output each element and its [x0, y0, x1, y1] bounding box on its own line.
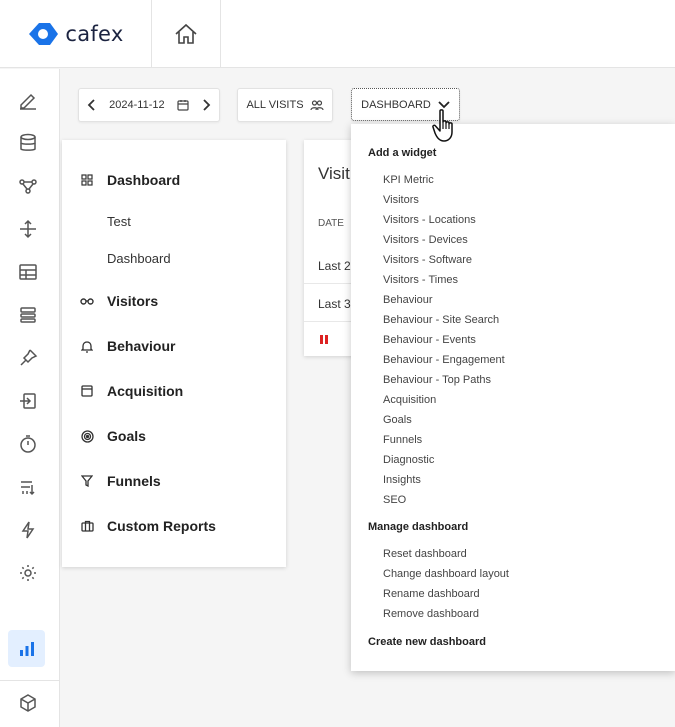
menu-item-funnels[interactable]: Funnels	[80, 473, 161, 489]
move-icon[interactable]	[10, 211, 46, 247]
home-button[interactable]	[152, 0, 221, 68]
pause-icon[interactable]	[320, 335, 328, 344]
list-icon[interactable]	[10, 297, 46, 333]
timer-icon[interactable]	[10, 426, 46, 462]
widget-option[interactable]: Behaviour - Top Paths	[383, 374, 491, 386]
rail-divider	[0, 680, 60, 681]
widget-option[interactable]: Behaviour - Site Search	[383, 314, 499, 326]
create-new-dashboard[interactable]: Create new dashboard	[368, 636, 486, 648]
logo-mark-icon	[29, 23, 59, 45]
menu-sub-test[interactable]: Test	[107, 214, 131, 229]
manage-option[interactable]: Remove dashboard	[383, 608, 479, 620]
widget-option[interactable]: Behaviour	[383, 294, 433, 306]
manage-option[interactable]: Change dashboard layout	[383, 568, 509, 580]
briefcase-icon	[80, 519, 94, 533]
lightning-icon[interactable]	[10, 512, 46, 548]
widget-option[interactable]: Goals	[383, 414, 412, 426]
widget-option[interactable]: Visitors - Locations	[383, 214, 476, 226]
box-icon[interactable]	[10, 685, 46, 721]
widget-option[interactable]: Behaviour - Events	[383, 334, 476, 346]
widget-option[interactable]: Funnels	[383, 434, 422, 446]
menu-item-label: Dashboard	[107, 172, 181, 188]
window-icon	[80, 384, 94, 398]
menu-item-label: Behaviour	[107, 338, 176, 354]
chevron-left-icon[interactable]	[87, 99, 97, 111]
visitors-icon	[309, 100, 324, 111]
widget-option[interactable]: Visitors - Devices	[383, 234, 468, 246]
chevron-right-icon[interactable]	[201, 99, 211, 111]
manage-option[interactable]: Reset dashboard	[383, 548, 467, 560]
table-icon[interactable]	[10, 254, 46, 290]
table-row[interactable]: Last 3	[318, 297, 351, 311]
settings-icon[interactable]	[10, 555, 46, 591]
table-row[interactable]: Last 2	[318, 259, 351, 273]
date-value[interactable]: 2024-11-12	[109, 99, 164, 111]
funnel-icon	[80, 474, 94, 488]
menu-item-label: Acquisition	[107, 383, 184, 399]
date-picker[interactable]: 2024-11-12	[78, 88, 220, 122]
menu-item-goals[interactable]: Goals	[80, 428, 146, 444]
add-widget-heading: Add a widget	[368, 147, 437, 159]
widget-option[interactable]: Acquisition	[383, 394, 436, 406]
menu-item-label: Visitors	[107, 293, 159, 309]
all-visits-button[interactable]: ALL VISITS	[237, 88, 333, 122]
logo[interactable]: cafex	[27, 21, 123, 47]
widget-option[interactable]: Visitors - Software	[383, 254, 472, 266]
top-bar: cafex	[0, 0, 675, 68]
logo-cell[interactable]: cafex	[0, 0, 152, 68]
date-column-header[interactable]: DATE	[318, 218, 344, 229]
sort-icon[interactable]	[10, 469, 46, 505]
hand-cursor-icon	[432, 109, 453, 142]
logo-text: cafex	[65, 22, 124, 46]
pencil-icon[interactable]	[10, 82, 46, 118]
menu-item-visitors[interactable]: Visitors	[80, 293, 158, 309]
menu-item-behaviour[interactable]: Behaviour	[80, 338, 175, 354]
import-icon[interactable]	[10, 383, 46, 419]
database-icon[interactable]	[10, 125, 46, 161]
widget-option[interactable]: Behaviour - Engagement	[383, 354, 505, 366]
manage-dashboard-heading: Manage dashboard	[368, 521, 469, 533]
bell-icon	[80, 339, 94, 353]
manage-option[interactable]: Rename dashboard	[383, 588, 480, 600]
widget-option[interactable]: Diagnostic	[383, 454, 434, 466]
home-icon	[175, 23, 197, 44]
menu-item-custom-reports[interactable]: Custom Reports	[80, 518, 216, 534]
widget-option[interactable]: KPI Metric	[383, 174, 434, 186]
menu-item-dashboard[interactable]: Dashboard	[80, 172, 180, 188]
widget-title: Visit	[318, 164, 350, 183]
dashboard-dropdown-label: DASHBOARD	[361, 98, 431, 111]
menu-sub-dashboard[interactable]: Dashboard	[107, 251, 171, 266]
widget-option[interactable]: Insights	[383, 474, 421, 486]
pin-icon[interactable]	[10, 340, 46, 376]
widget-option[interactable]: Visitors	[383, 194, 419, 206]
calendar-icon[interactable]	[177, 99, 189, 111]
menu-item-label: Funnels	[107, 473, 161, 489]
menu-item-label: Goals	[107, 428, 146, 444]
menu-item-acquisition[interactable]: Acquisition	[80, 383, 183, 399]
analytics-icon[interactable]	[8, 630, 45, 667]
widget-option[interactable]: Visitors - Times	[383, 274, 458, 286]
target-icon	[80, 429, 94, 443]
grid-icon	[80, 173, 94, 187]
dashboard-dropdown-menu: Add a widget KPI Metric Visitors Visitors …	[351, 124, 675, 671]
all-visits-label: ALL VISITS	[246, 99, 304, 111]
widget-option[interactable]: SEO	[383, 494, 406, 506]
report-menu: Dashboard Test Dashboard Visitors Behavi…	[62, 140, 286, 567]
glasses-icon	[80, 294, 94, 308]
workflow-icon[interactable]	[10, 168, 46, 204]
menu-item-label: Custom Reports	[107, 518, 216, 534]
left-rail	[0, 69, 60, 727]
